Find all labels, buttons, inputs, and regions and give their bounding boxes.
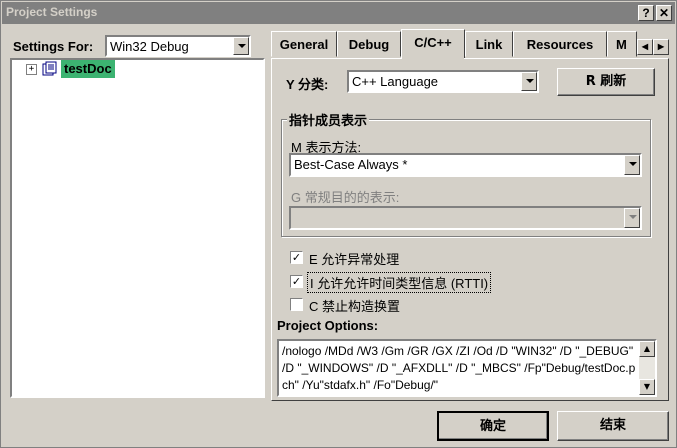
project-tree[interactable]: + testDoc [10,58,265,398]
category-label: Y 分类: [286,77,329,92]
scroll-down-icon[interactable]: ▼ [639,379,655,395]
disable-construction-displacement-checkbox[interactable] [290,298,303,311]
exception-handling-label: E 允许异常处理 [309,252,400,267]
tree-item-testdoc[interactable]: testDoc [61,60,115,78]
category-select[interactable]: C++ Language [347,70,539,93]
project-options-scrollbar[interactable]: ▲ ▼ [639,341,655,395]
tab-scroll-left-icon[interactable]: ◀ [637,39,653,55]
tab-scroll-right-icon[interactable]: ▶ [653,39,669,55]
category-value: C++ Language [352,74,439,89]
method-select[interactable]: Best-Case Always * [289,153,642,177]
rtti-checkbox[interactable]: ✓ [290,275,303,288]
scroll-up-icon[interactable]: ▲ [639,341,655,357]
active-tab-join [402,58,464,60]
tab-link[interactable]: Link [465,31,513,57]
general-purpose-select[interactable] [289,206,642,230]
chevron-down-icon[interactable] [521,72,537,91]
cancel-button[interactable]: 结束 [557,411,669,441]
chevron-down-icon[interactable] [624,155,640,175]
project-icon [42,61,57,76]
project-options-label: Project Options: [277,318,379,333]
general-purpose-label: G 常规目的的表示: [291,190,400,205]
title-bar: Project Settings ? ✕ [2,2,675,24]
settings-for-label: Settings For: [13,39,94,54]
exception-handling-checkbox[interactable]: ✓ [290,251,303,264]
window-title: Project Settings [6,5,98,19]
rtti-label: I 允许允许时间类型信息 (RTTI) [307,272,492,293]
close-button[interactable]: ✕ [656,5,672,21]
chevron-down-icon[interactable] [233,37,249,55]
group-title: 指针成员表示 [287,110,370,129]
chevron-down-icon[interactable] [624,208,640,228]
project-options-textbox[interactable]: /nologo /MDd /W3 /Gm /GR /GX /ZI /Od /D … [277,339,657,397]
tab-general[interactable]: General [271,31,337,57]
project-settings-dialog: Project Settings ? ✕ Settings For: Win32… [0,0,677,448]
method-value: Best-Case Always * [294,157,408,172]
tree-expander-icon[interactable]: + [26,64,37,75]
tab-more[interactable]: M [607,31,637,57]
ok-button[interactable]: 确定 [437,411,549,441]
settings-for-value: Win32 Debug [110,39,189,54]
tab-resources[interactable]: Resources [513,31,607,57]
project-options-text[interactable]: /nologo /MDd /W3 /Gm /GR /GX /ZI /Od /D … [282,343,637,394]
tab-debug[interactable]: Debug [337,31,401,57]
refresh-button[interactable]: R 刷新 [557,68,655,96]
settings-for-select[interactable]: Win32 Debug [105,35,251,57]
disable-construction-displacement-label: C 禁止构造换置 [309,299,401,314]
tab-c-cpp[interactable]: C/C++ [401,29,465,59]
help-button[interactable]: ? [638,5,654,21]
